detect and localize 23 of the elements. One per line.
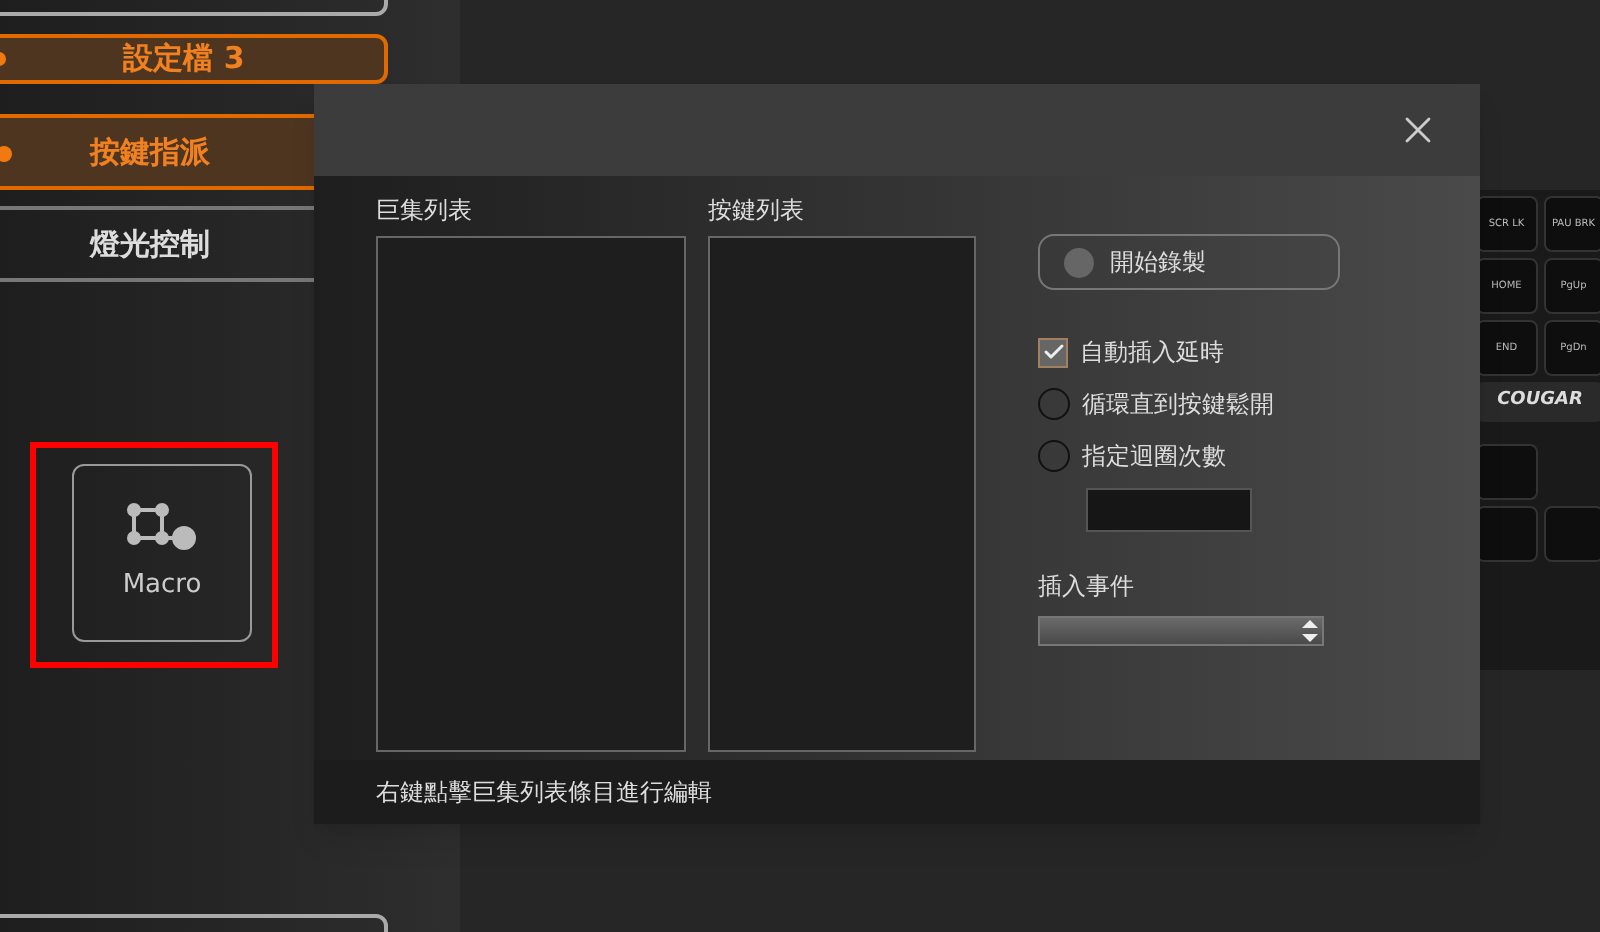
- keyboard-key: [1476, 444, 1537, 500]
- list-title: 按鍵列表: [708, 194, 806, 228]
- hint-text: 右鍵點擊巨集列表條目進行編輯: [376, 776, 712, 810]
- list-title: 巨集列表: [376, 194, 474, 228]
- radio-option[interactable]: 指定迴圈次數: [1038, 438, 1340, 474]
- checkbox-option[interactable]: 自動插入延時: [1038, 334, 1340, 370]
- insert-event-label: 插入事件: [1038, 570, 1136, 604]
- radio-option[interactable]: 循環直到按鍵鬆開: [1038, 386, 1340, 422]
- spinner-arrows-icon: [1302, 620, 1318, 642]
- macro-list[interactable]: [376, 236, 686, 752]
- radio-button[interactable]: [1038, 440, 1070, 472]
- insert-event-dropdown[interactable]: [1038, 616, 1324, 646]
- checkbox[interactable]: [1038, 337, 1068, 367]
- key-list[interactable]: [708, 236, 976, 752]
- loop-count-field[interactable]: [1086, 488, 1252, 532]
- record-button[interactable]: 開始錄製: [1038, 234, 1340, 290]
- radio-button[interactable]: [1038, 388, 1070, 420]
- keyboard-key: [1476, 506, 1537, 562]
- keyboard-logo: COUGAR: [1476, 382, 1600, 422]
- macro-tile[interactable]: Macro: [72, 464, 252, 642]
- profile-button[interactable]: 設定檔 3: [0, 34, 388, 84]
- macro-nodes-icon: [126, 501, 198, 550]
- menu-item[interactable]: 按鍵指派: [0, 114, 314, 190]
